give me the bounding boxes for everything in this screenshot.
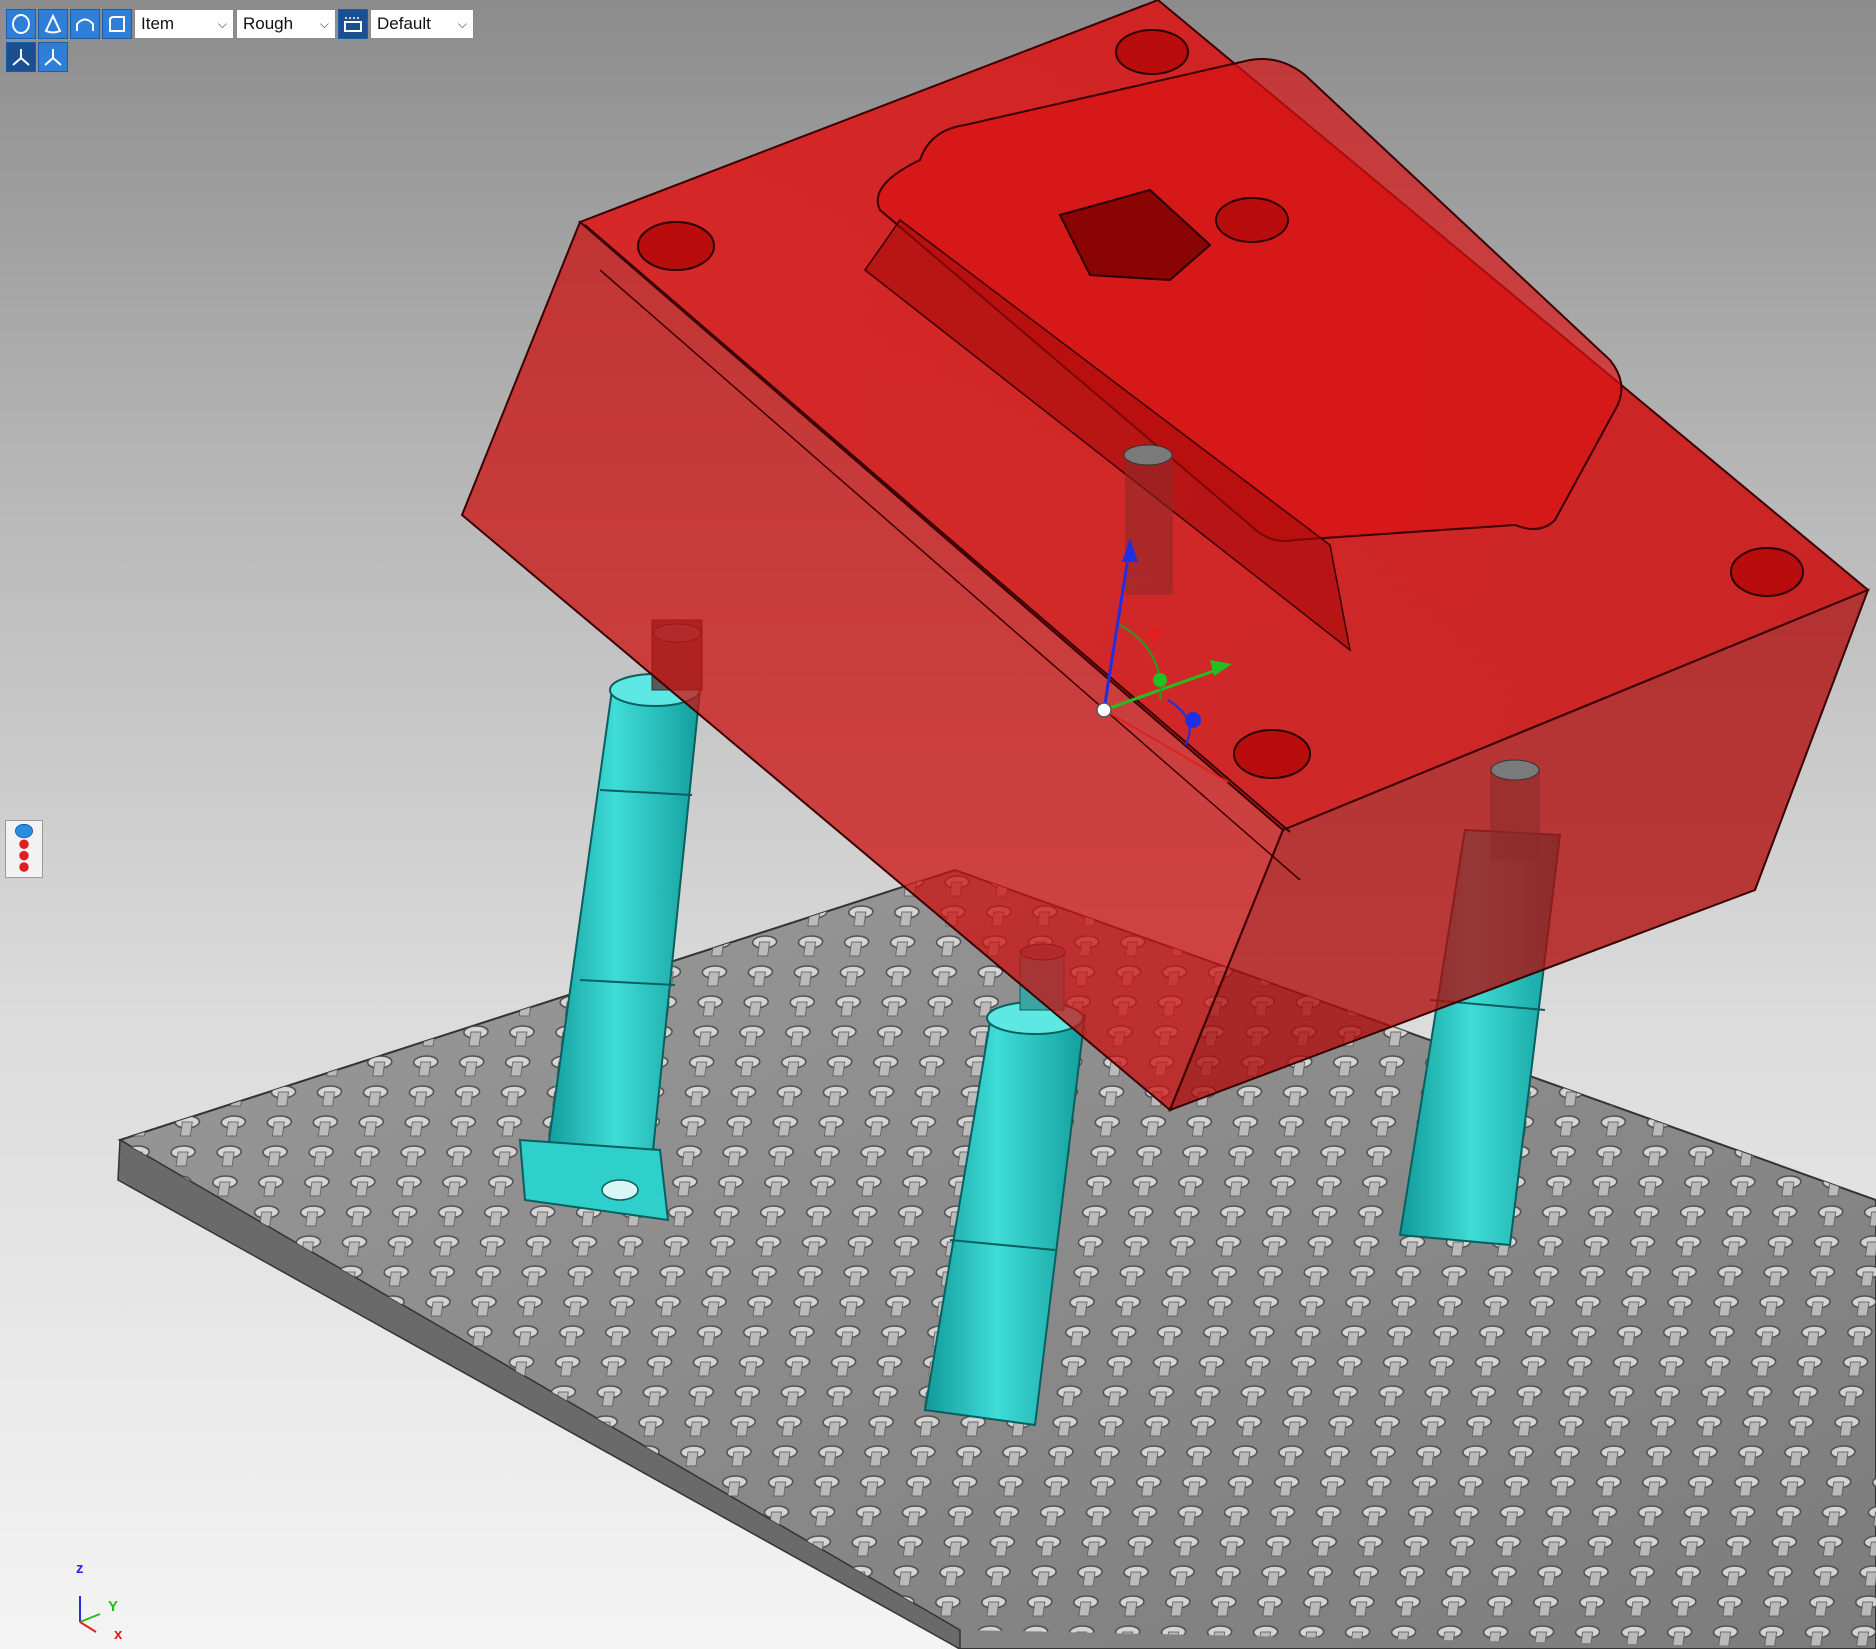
axis-triad-icon	[79, 1596, 101, 1633]
chevron-down-icon: ⌵	[457, 16, 467, 31]
y-axis-label: Y	[108, 1598, 119, 1615]
filter-dropdown[interactable]: Item ⌵	[134, 9, 234, 39]
filter-dropdown-value: Item	[141, 14, 175, 33]
view-toolbar: Item ⌵ Rough ⌵ Default ⌵	[6, 8, 474, 40]
orientation-triad: z Y x	[60, 1556, 140, 1646]
axis-right-icon[interactable]	[38, 42, 68, 72]
layer-dots-icon	[15, 823, 33, 872]
quality-dropdown[interactable]: Rough ⌵	[236, 9, 336, 39]
z-axis-label: z	[76, 1560, 84, 1577]
3d-viewport[interactable]: Item ⌵ Rough ⌵ Default ⌵ z Y x	[0, 0, 1876, 1649]
view-dropdown[interactable]: Default ⌵	[370, 9, 474, 39]
sphere-view-icon[interactable]	[6, 9, 36, 39]
axis-toolbar	[6, 42, 68, 72]
display-settings-icon[interactable]	[338, 9, 368, 39]
axis-left-icon[interactable]	[6, 42, 36, 72]
quality-dropdown-value: Rough	[243, 14, 294, 33]
chevron-down-icon: ⌵	[217, 16, 227, 31]
layer-stack-widget[interactable]	[5, 820, 43, 878]
scene-canvas[interactable]	[0, 0, 1876, 1649]
view-dropdown-value: Default	[377, 14, 431, 33]
cone-view-icon[interactable]	[38, 9, 68, 39]
chevron-down-icon: ⌵	[319, 16, 329, 31]
x-axis-label: x	[114, 1626, 123, 1643]
arch-view-icon[interactable]	[70, 9, 100, 39]
box-view-icon[interactable]	[102, 9, 132, 39]
